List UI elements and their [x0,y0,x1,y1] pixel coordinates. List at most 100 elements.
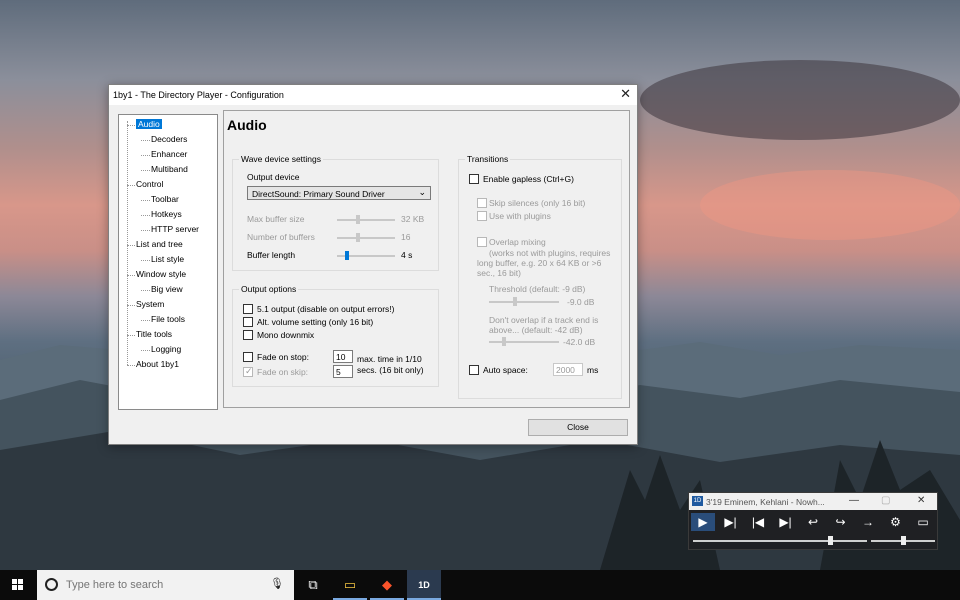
tree-connector [141,140,150,141]
seek-knob[interactable] [828,536,834,545]
seek-bar[interactable] [693,540,867,542]
tree-connector [127,305,135,306]
threshold-slider-thumb[interactable] [513,297,517,306]
task-view-icon[interactable]: ⧉ [296,570,330,600]
auto-space-label: Auto space: [483,365,528,375]
forward-folder-icon[interactable]: ↪ [829,513,853,531]
output-device-select[interactable]: DirectSound: Primary Sound Driver ⌄ [247,186,431,200]
window-titlebar[interactable]: 1by1 - The Directory Player - Configurat… [109,85,637,105]
minimize-icon[interactable]: — [849,495,859,506]
output-device-value: DirectSound: Primary Sound Driver [252,189,385,199]
max-buffer-slider-thumb[interactable] [356,215,360,224]
mini-player-titlebar[interactable]: 1D 3'19 Eminem, Kehlani - Nowh... — ▢ ✕ [689,493,937,510]
file-explorer-icon[interactable]: ▭ [333,570,367,600]
tree-item-audio[interactable]: Audio [136,119,162,129]
tree-item-file-tools[interactable]: File tools [151,314,185,324]
mono-downmix-checkbox[interactable] [243,330,253,340]
taskbar-search[interactable]: 🎙 [37,570,294,600]
gear-icon[interactable]: ⚙ [884,513,908,531]
enable-gapless-checkbox[interactable] [469,174,479,184]
tree-item-hotkeys[interactable]: Hotkeys [151,209,182,219]
no-overlap-value: -42.0 dB [563,337,596,347]
1by1-player-icon[interactable]: 1D [407,570,441,600]
close-button[interactable]: Close [528,419,628,436]
tree-item-list-and-tree[interactable]: List and tree [136,239,183,249]
tree-connector [141,260,150,261]
tree-item-about-1by1[interactable]: About 1by1 [136,359,179,369]
overlap-note-line-3: sec., 16 bit) [477,268,521,278]
tree-item-big-view[interactable]: Big view [151,284,183,294]
tree-connector [141,200,150,201]
window-title: 1by1 - The Directory Player - Configurat… [113,90,284,100]
fade-on-stop-input[interactable] [333,350,353,363]
tree-item-system[interactable]: System [136,299,164,309]
num-buffers-value: 16 [401,232,411,242]
maximize-icon[interactable]: ▢ [881,495,890,506]
sunset-glow [700,170,960,240]
buffer-length-slider-thumb[interactable] [345,251,349,260]
arrow-right-icon[interactable]: → [856,513,880,531]
volume-knob[interactable] [901,536,906,545]
auto-space-checkbox[interactable] [469,365,479,375]
next-icon[interactable]: ▶| [774,513,798,531]
tree-item-decoders[interactable]: Decoders [151,134,187,144]
tree-connector [141,290,150,291]
tree-connector [127,185,135,186]
num-buffers-slider-thumb[interactable] [356,233,360,242]
microphone-icon[interactable]: 🎙 [270,577,284,590]
tree-connector [127,275,135,276]
start-button[interactable] [0,570,36,600]
brave-browser-icon[interactable]: ◆ [370,570,404,600]
fade-on-skip-input[interactable] [333,365,353,378]
fade-on-stop-label: Fade on stop: [257,352,309,362]
alt-volume-checkbox[interactable] [243,317,253,327]
fade-on-skip-checkbox[interactable]: ✓ [243,366,253,377]
close-icon[interactable]: ✕ [620,87,631,101]
fade-on-stop-checkbox[interactable] [243,352,253,362]
group-label: Wave device settings [239,154,323,164]
configuration-window: 1by1 - The Directory Player - Configurat… [108,84,638,445]
tree-connector [141,155,150,156]
num-buffers-label: Number of buffers [247,232,315,242]
tree-item-window-style[interactable]: Window style [136,269,186,279]
settings-tree: Audio Decoders Enhancer Multiband Control Too… [118,114,218,410]
close-icon[interactable]: ✕ [917,495,925,506]
play-pause-icon[interactable]: ▶| [719,513,743,531]
overlap-mixing-checkbox[interactable] [477,237,487,247]
tree-item-list-style[interactable]: List style [151,254,184,264]
sunset-cloud [640,60,960,140]
previous-icon[interactable]: |◀ [746,513,770,531]
skip-silences-checkbox[interactable] [477,198,487,208]
alt-volume-label: Alt. volume setting (only 16 bit) [257,317,374,327]
no-overlap-slider-thumb[interactable] [502,337,506,346]
transitions-group: Transitions Enable gapless (Ctrl+G) Skip… [458,154,622,399]
tree-connector [141,170,150,171]
window-mode-icon[interactable]: ▭ [911,513,935,531]
tree-item-toolbar[interactable]: Toolbar [151,194,179,204]
five-one-output-checkbox[interactable] [243,304,253,314]
tree-item-http-server[interactable]: HTTP server [151,224,199,234]
group-label: Output options [239,284,299,294]
taskbar: 🎙 ⧉▭◆1D [0,570,960,600]
threshold-slider-track[interactable] [489,301,559,303]
threshold-label: Threshold (default: -9 dB) [489,284,586,294]
wave-device-group: Wave device settings Output device Direc… [232,154,439,271]
use-with-plugins-checkbox[interactable] [477,211,487,221]
tree-connector [141,350,150,351]
fade-on-skip-label: Fade on skip: [257,367,309,377]
mono-downmix-label: Mono downmix [257,330,315,340]
no-overlap-slider-track[interactable] [489,341,559,343]
search-input[interactable] [66,577,266,593]
tree-item-control[interactable]: Control [136,179,163,189]
tree-item-enhancer[interactable]: Enhancer [151,149,187,159]
cortana-icon [45,578,58,591]
tree-item-multiband[interactable]: Multiband [151,164,188,174]
back-folder-icon[interactable]: ↩ [801,513,825,531]
tree-item-logging[interactable]: Logging [151,344,181,354]
overlap-note-line-1: (works not with plugins, requires [489,248,611,258]
tree-item-title-tools[interactable]: Title tools [136,329,172,339]
max-buffer-slider-track[interactable] [337,219,395,221]
play-icon[interactable]: ▶ [691,513,715,531]
auto-space-input[interactable] [553,363,583,376]
num-buffers-slider-track[interactable] [337,237,395,239]
